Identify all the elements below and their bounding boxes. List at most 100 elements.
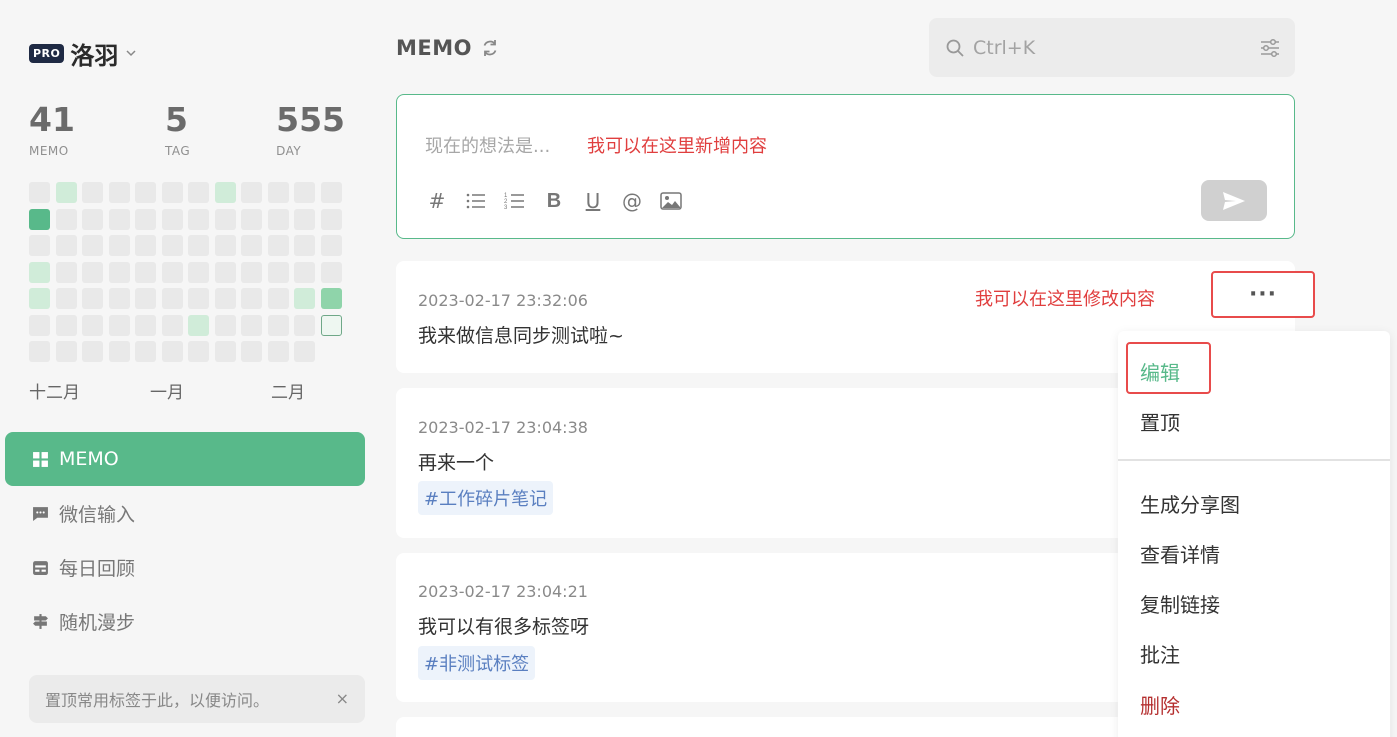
menu-item-details[interactable]: 查看详情: [1140, 539, 1220, 568]
heatmap-cell[interactable]: [135, 208, 156, 230]
heatmap-cell[interactable]: [320, 314, 342, 336]
memo-editor[interactable]: 现在的想法是... 我可以在这里新增内容 # 123 B U @: [396, 94, 1295, 239]
more-options-button[interactable]: ···: [1211, 271, 1315, 318]
heatmap-cell[interactable]: [267, 314, 289, 336]
heatmap-cell[interactable]: [29, 208, 50, 230]
heatmap-cell[interactable]: [267, 341, 289, 362]
heatmap-cell[interactable]: [267, 182, 289, 203]
heatmap-cell[interactable]: [161, 288, 183, 309]
heatmap-cell[interactable]: [294, 341, 315, 362]
heatmap-cell[interactable]: [29, 288, 50, 309]
heatmap-cell[interactable]: [55, 182, 77, 203]
heatmap-cell[interactable]: [241, 208, 262, 230]
heatmap-cell[interactable]: [161, 235, 183, 256]
heatmap-cell[interactable]: [188, 288, 209, 309]
heatmap-cell[interactable]: [55, 235, 77, 256]
heatmap-cell[interactable]: [214, 314, 236, 336]
heatmap-cell[interactable]: [82, 208, 103, 230]
heatmap-cell[interactable]: [29, 314, 50, 336]
heatmap-cell[interactable]: [214, 341, 236, 362]
heatmap-cell[interactable]: [294, 182, 315, 203]
sidebar-item-wechat[interactable]: 微信输入: [5, 486, 365, 540]
heatmap-cell[interactable]: [188, 182, 209, 203]
mention-button[interactable]: @: [620, 189, 644, 213]
heatmap-cell[interactable]: [320, 208, 342, 230]
heatmap-cell[interactable]: [188, 235, 209, 256]
heatmap-cell[interactable]: [161, 182, 183, 203]
sidebar-item-daily-review[interactable]: 每日回顾: [5, 540, 365, 594]
search-input[interactable]: [973, 30, 1233, 65]
heatmap-cell[interactable]: [294, 235, 315, 256]
heatmap-cell[interactable]: [294, 261, 315, 283]
memo-tag[interactable]: #非测试标签: [418, 646, 536, 680]
heatmap-cell[interactable]: [135, 261, 156, 283]
heatmap-cell[interactable]: [108, 341, 130, 362]
heatmap-cell[interactable]: [135, 235, 156, 256]
heatmap-cell[interactable]: [188, 208, 209, 230]
heatmap-cell[interactable]: [241, 314, 262, 336]
heatmap-cell[interactable]: [135, 182, 156, 203]
underline-button[interactable]: U: [581, 189, 605, 213]
heatmap-cell[interactable]: [29, 261, 50, 283]
heatmap-cell[interactable]: [135, 341, 156, 362]
heatmap-cell[interactable]: [29, 235, 50, 256]
heatmap-cell[interactable]: [82, 182, 103, 203]
memo-tag[interactable]: #工作碎片笔记: [418, 481, 554, 515]
menu-item-copy-link[interactable]: 复制链接: [1140, 589, 1220, 618]
image-button[interactable]: [659, 189, 683, 213]
menu-item-pin[interactable]: 置顶: [1140, 407, 1180, 436]
heatmap-cell[interactable]: [161, 208, 183, 230]
heatmap-cell[interactable]: [108, 208, 130, 230]
heatmap-cell[interactable]: [214, 208, 236, 230]
ordered-list-button[interactable]: 123: [503, 189, 527, 213]
heatmap-cell[interactable]: [241, 182, 262, 203]
heatmap-cell[interactable]: [82, 341, 103, 362]
heatmap-cell[interactable]: [82, 261, 103, 283]
sidebar-item-memo[interactable]: MEMO: [5, 432, 365, 486]
heatmap-cell[interactable]: [82, 314, 103, 336]
heatmap-cell[interactable]: [214, 261, 236, 283]
heatmap-cell[interactable]: [55, 341, 77, 362]
heatmap-cell[interactable]: [55, 314, 77, 336]
heatmap-cell[interactable]: [241, 341, 262, 362]
send-button[interactable]: [1201, 180, 1267, 221]
heatmap-cell[interactable]: [214, 182, 236, 203]
tag-button[interactable]: #: [425, 189, 449, 213]
heatmap-cell[interactable]: [108, 182, 130, 203]
editor-placeholder[interactable]: 现在的想法是...: [425, 132, 550, 158]
menu-item-annotate[interactable]: 批注: [1140, 639, 1180, 668]
close-icon[interactable]: ×: [336, 689, 349, 708]
heatmap-cell[interactable]: [82, 288, 103, 309]
heatmap-cell[interactable]: [188, 261, 209, 283]
heatmap-cell[interactable]: [214, 235, 236, 256]
heatmap-cell[interactable]: [214, 288, 236, 309]
heatmap-cell[interactable]: [320, 261, 342, 283]
menu-item-share-image[interactable]: 生成分享图: [1140, 489, 1240, 518]
heatmap-cell[interactable]: [108, 261, 130, 283]
heatmap-cell[interactable]: [294, 288, 315, 309]
heatmap-cell[interactable]: [188, 314, 209, 336]
filter-settings-icon[interactable]: [1259, 37, 1281, 59]
heatmap-cell[interactable]: [267, 261, 289, 283]
heatmap-cell[interactable]: [267, 235, 289, 256]
heatmap-cell[interactable]: [267, 208, 289, 230]
heatmap-cell[interactable]: [108, 288, 130, 309]
heatmap-cell[interactable]: [161, 314, 183, 336]
heatmap-cell[interactable]: [161, 261, 183, 283]
heatmap-cell[interactable]: [267, 288, 289, 309]
heatmap-cell[interactable]: [135, 314, 156, 336]
sidebar-item-random-walk[interactable]: 随机漫步: [5, 594, 365, 648]
heatmap-cell[interactable]: [294, 314, 315, 336]
heatmap-cell[interactable]: [29, 182, 50, 203]
heatmap-cell[interactable]: [55, 261, 77, 283]
user-menu[interactable]: PRO 洛羽: [29, 38, 136, 70]
heatmap-cell[interactable]: [108, 314, 130, 336]
heatmap-cell[interactable]: [294, 208, 315, 230]
heatmap-cell[interactable]: [320, 182, 342, 203]
heatmap-cell[interactable]: [241, 261, 262, 283]
heatmap-cell[interactable]: [320, 235, 342, 256]
heatmap-cell[interactable]: [135, 288, 156, 309]
heatmap-cell[interactable]: [241, 235, 262, 256]
bold-button[interactable]: B: [542, 189, 566, 213]
heatmap-cell[interactable]: [55, 288, 77, 309]
